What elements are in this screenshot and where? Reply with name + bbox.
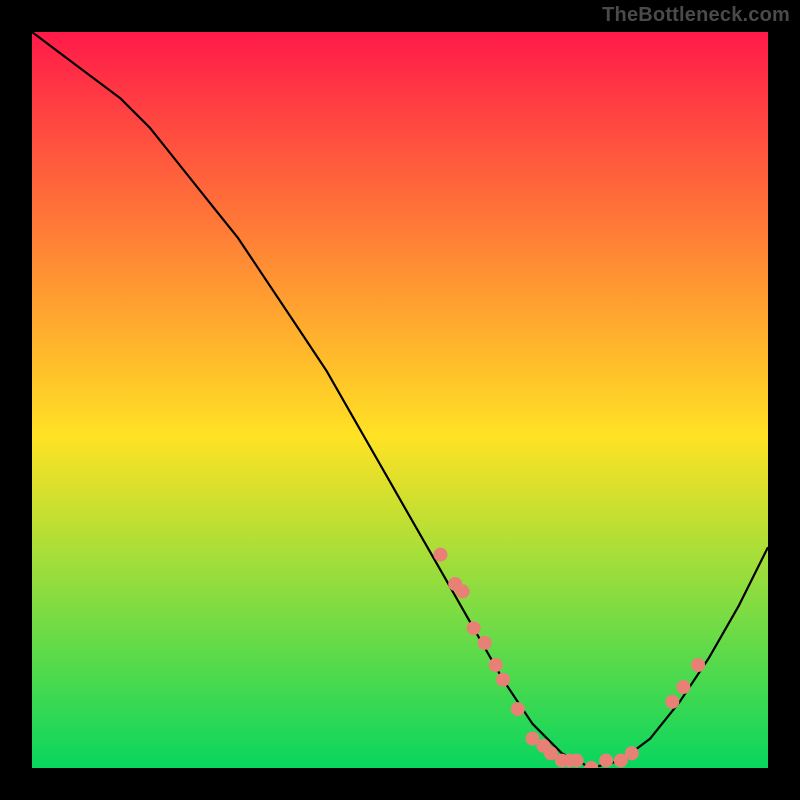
marker-point (625, 746, 639, 760)
plot-bg (32, 32, 768, 768)
marker-point (478, 636, 492, 650)
marker-point (434, 548, 448, 562)
chart-svg (0, 0, 800, 800)
marker-point (456, 584, 470, 598)
marker-point (511, 702, 525, 716)
marker-point (676, 680, 690, 694)
attribution-label: TheBottleneck.com (602, 4, 790, 27)
marker-point (496, 673, 510, 687)
marker-point (599, 754, 613, 768)
marker-point (489, 658, 503, 672)
marker-point (467, 621, 481, 635)
marker-point (570, 754, 584, 768)
marker-point (691, 658, 705, 672)
chart-container: TheBottleneck.com (0, 0, 800, 800)
marker-point (665, 695, 679, 709)
